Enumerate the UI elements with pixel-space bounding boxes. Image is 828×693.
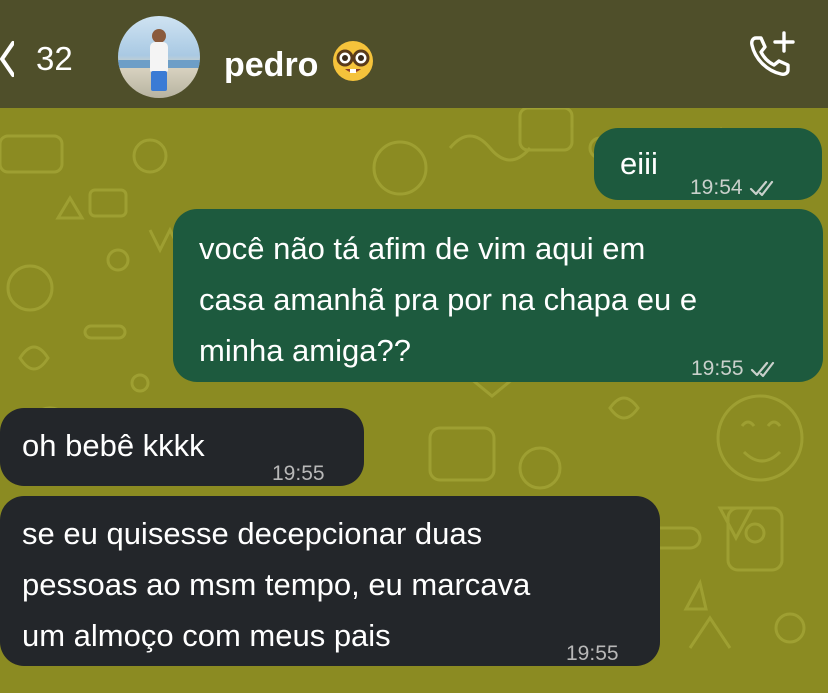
chat-area[interactable]: eiii 19:54 você não tá afim de vim aqui … bbox=[0, 108, 828, 693]
message-bubble-outgoing[interactable]: você não tá afim de vim aqui em casa ama… bbox=[173, 209, 823, 382]
read-ticks-icon bbox=[749, 180, 773, 196]
nerd-face-emoji bbox=[330, 38, 376, 93]
back-button[interactable]: 32 bbox=[0, 34, 73, 84]
contact-name-button[interactable]: pedro bbox=[224, 38, 376, 93]
message-text: eiii bbox=[620, 146, 658, 181]
message-bubble-incoming[interactable]: se eu quisesse decepcionar duas pessoas … bbox=[0, 496, 660, 666]
contact-name: pedro bbox=[224, 46, 319, 84]
chevron-left-icon bbox=[0, 41, 14, 77]
message-time: 19:55 bbox=[691, 357, 744, 380]
message-text: oh bebê kkkk bbox=[22, 428, 205, 463]
message-time: 19:55 bbox=[272, 462, 325, 485]
message-text: se eu quisesse decepcionar duas pessoas … bbox=[22, 516, 531, 653]
message-bubble-outgoing[interactable]: eiii 19:54 bbox=[594, 128, 822, 200]
unread-count: 32 bbox=[36, 40, 73, 77]
message-time-wrap: 19:55 bbox=[691, 343, 778, 394]
avatar[interactable] bbox=[118, 16, 200, 98]
message-text: você não tá afim de vim aqui em casa ama… bbox=[199, 231, 698, 368]
message-bubble-incoming[interactable]: oh bebê kkkk 19:55 bbox=[0, 408, 364, 486]
chat-header: 32 pedro bbox=[0, 0, 828, 108]
message-time: 19:55 bbox=[566, 642, 619, 665]
message-time-wrap: 19:54 bbox=[690, 162, 777, 213]
message-time: 19:54 bbox=[690, 176, 743, 199]
read-ticks-icon bbox=[750, 361, 774, 377]
phone-plus-icon[interactable] bbox=[744, 28, 800, 89]
